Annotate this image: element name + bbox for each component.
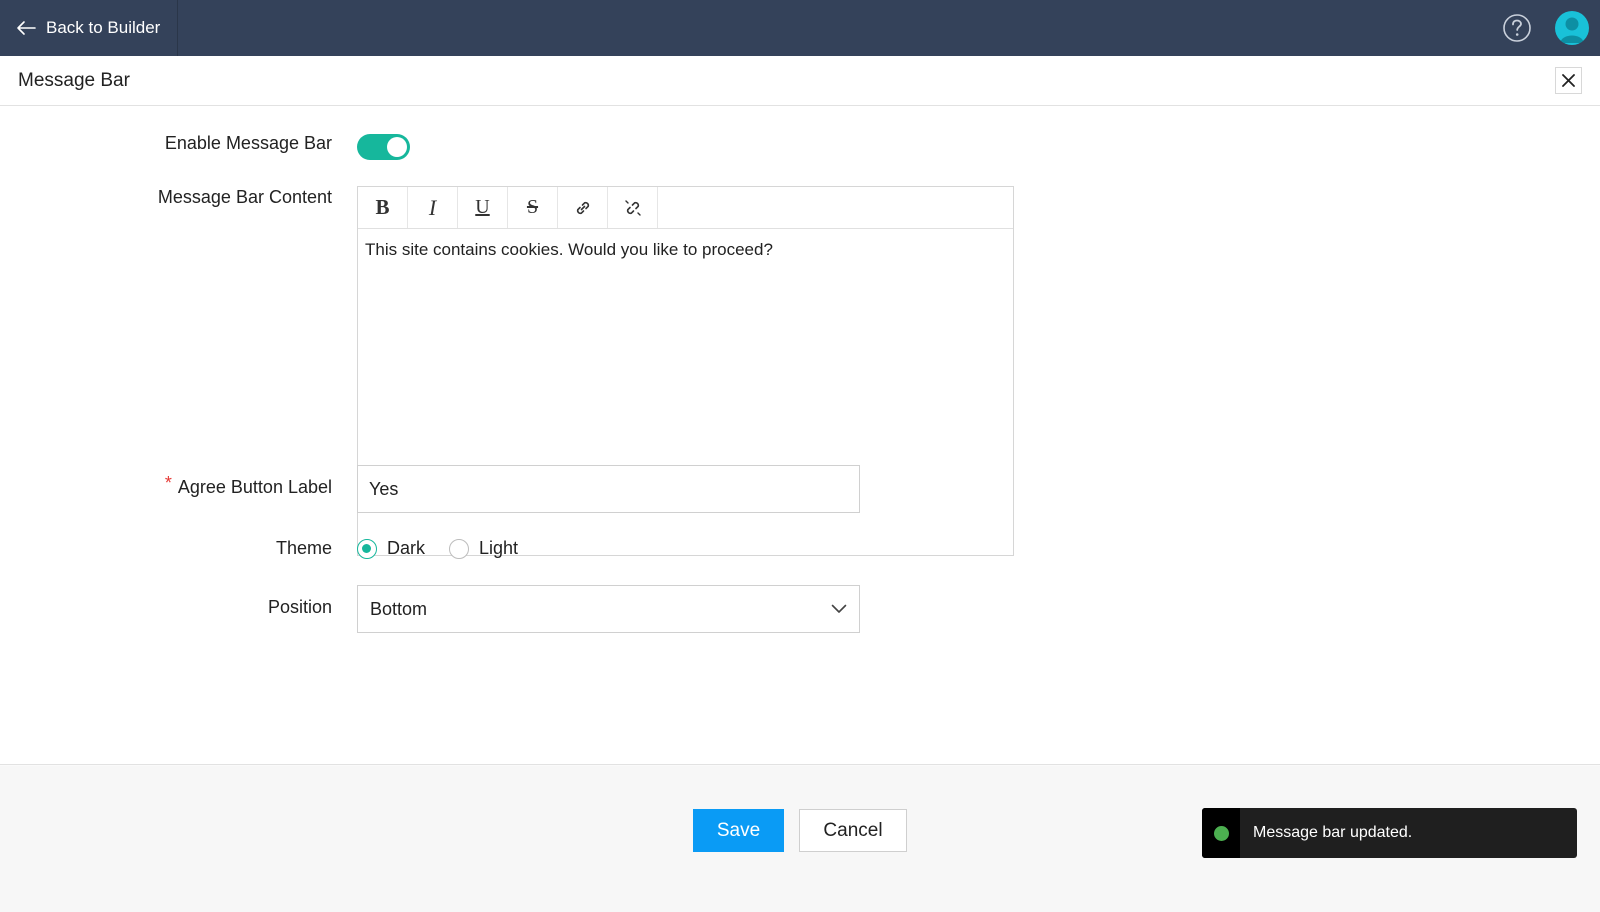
chevron-down-icon bbox=[831, 604, 847, 613]
help-icon[interactable] bbox=[1502, 13, 1532, 43]
theme-option-dark-label: Dark bbox=[387, 538, 426, 558]
toast-status-area bbox=[1202, 808, 1240, 858]
success-dot-icon bbox=[1213, 825, 1229, 841]
position-selected-value: Bottom bbox=[370, 598, 428, 619]
position-label: Position bbox=[267, 597, 332, 617]
back-to-builder-button[interactable]: Back to Builder bbox=[0, 0, 178, 56]
close-icon bbox=[1562, 74, 1575, 87]
arrow-left-icon bbox=[17, 21, 36, 35]
top-bar: Back to Builder bbox=[0, 0, 1600, 56]
theme-option-dark[interactable]: Dark bbox=[357, 538, 425, 559]
underline-button[interactable]: U bbox=[458, 187, 508, 228]
close-button[interactable] bbox=[1555, 67, 1582, 94]
theme-option-light-label: Light bbox=[479, 538, 519, 558]
link-icon bbox=[576, 201, 589, 214]
toggle-knob bbox=[387, 137, 407, 157]
required-marker: * bbox=[164, 473, 172, 493]
agree-button-label-label: * Agree Button Label bbox=[165, 473, 332, 498]
agree-button-label-text: Agree Button Label bbox=[177, 477, 332, 497]
toast-message: Message bar updated. bbox=[1253, 824, 1413, 841]
toast-notification: Message bar updated. bbox=[1202, 808, 1577, 858]
panel-header: Message Bar bbox=[0, 56, 1600, 106]
user-avatar[interactable] bbox=[1555, 11, 1589, 45]
unlink-icon bbox=[624, 199, 641, 216]
theme-label: Theme bbox=[275, 538, 332, 558]
theme-radio-dark[interactable] bbox=[357, 538, 377, 559]
enable-message-bar-toggle[interactable] bbox=[357, 134, 410, 160]
cancel-button[interactable]: Cancel bbox=[799, 809, 907, 852]
user-icon bbox=[1560, 17, 1584, 43]
panel-title: Message Bar bbox=[18, 70, 130, 91]
italic-button[interactable]: I bbox=[408, 187, 458, 228]
message-bar-content-label: Message Bar Content bbox=[157, 187, 332, 207]
save-button[interactable]: Save bbox=[693, 809, 784, 852]
theme-option-light[interactable]: Light bbox=[449, 538, 518, 559]
bold-button[interactable]: B bbox=[358, 187, 408, 228]
theme-radio-light[interactable] bbox=[449, 538, 470, 559]
remove-link-button[interactable] bbox=[608, 187, 658, 228]
position-select[interactable]: Bottom bbox=[357, 585, 860, 633]
back-to-builder-label: Back to Builder bbox=[46, 18, 161, 37]
theme-radio-group: Dark Light bbox=[357, 538, 542, 559]
agree-button-label-input[interactable] bbox=[357, 465, 860, 513]
enable-message-bar-label: Enable Message Bar bbox=[164, 133, 332, 153]
message-bar-form: Enable Message Bar Message Bar Content B… bbox=[0, 106, 1600, 765]
editor-toolbar: B I U S bbox=[358, 187, 1013, 229]
insert-link-button[interactable] bbox=[558, 187, 608, 228]
strikethrough-button[interactable]: S bbox=[508, 187, 558, 228]
